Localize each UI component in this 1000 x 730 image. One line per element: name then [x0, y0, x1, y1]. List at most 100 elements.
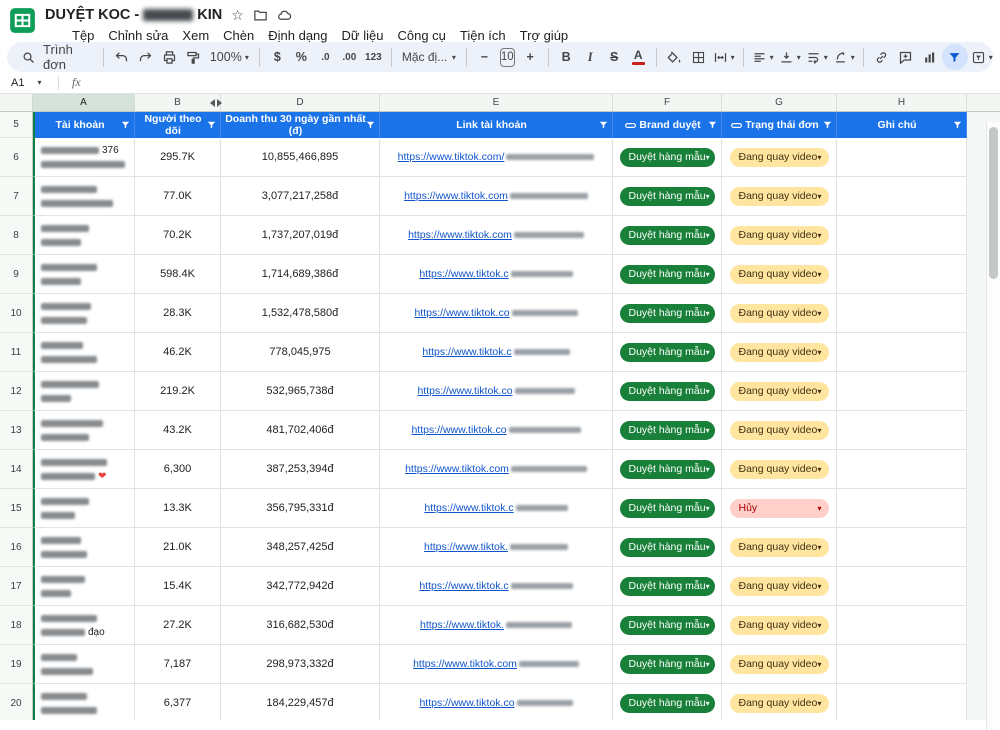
insert-link-button[interactable]	[870, 45, 893, 69]
column-header-f[interactable]: F	[613, 94, 722, 111]
print-button[interactable]	[158, 45, 181, 69]
brand-dropdown-chip[interactable]: Duyệt hàng mẫu ▾	[620, 577, 715, 596]
followers-cell[interactable]: 77.0K	[135, 177, 221, 216]
link-cell[interactable]: https://www.tiktok.co	[380, 411, 613, 450]
note-cell[interactable]	[837, 528, 967, 567]
filter-icon[interactable]	[598, 120, 609, 131]
fill-color-button[interactable]	[663, 45, 686, 69]
brand-cell[interactable]: Duyệt hàng mẫu ▾	[613, 489, 722, 528]
name-box[interactable]: A1 ▾	[0, 77, 58, 89]
link-cell[interactable]: https://www.tiktok.c	[380, 333, 613, 372]
note-cell[interactable]	[837, 177, 967, 216]
brand-dropdown-chip[interactable]: Duyệt hàng mẫu ▾	[620, 499, 715, 518]
followers-cell[interactable]: 28.3K	[135, 294, 221, 333]
decrease-font-size-button[interactable]: −	[473, 45, 496, 69]
brand-cell[interactable]: Duyệt hàng mẫu ▾	[613, 567, 722, 606]
account-link[interactable]: https://www.tiktok.	[424, 541, 568, 553]
format-percent-button[interactable]: %	[290, 45, 313, 69]
status-cell[interactable]: Đang quay video ▾	[722, 177, 837, 216]
brand-cell[interactable]: Duyệt hàng mẫu ▾	[613, 177, 722, 216]
note-cell[interactable]	[837, 333, 967, 372]
create-filter-button[interactable]	[942, 44, 968, 70]
account-cell[interactable]: ❤	[33, 450, 135, 489]
note-cell[interactable]	[837, 138, 967, 177]
note-cell[interactable]	[837, 489, 967, 528]
filter-header-e[interactable]: Link tài khoản	[380, 112, 613, 138]
brand-dropdown-chip[interactable]: Duyệt hàng mẫu ▾	[620, 382, 715, 401]
unhide-right-icon[interactable]	[217, 99, 222, 107]
row-header[interactable]: 19	[0, 645, 33, 684]
followers-cell[interactable]: 70.2K	[135, 216, 221, 255]
menus-search-button[interactable]: Trình đơn	[15, 42, 97, 72]
decrease-decimal-button[interactable]: .0	[314, 45, 337, 69]
brand-cell[interactable]: Duyệt hàng mẫu ▾	[613, 645, 722, 684]
brand-dropdown-chip[interactable]: Duyệt hàng mẫu ▾	[620, 616, 715, 635]
row-header[interactable]: 11	[0, 333, 33, 372]
status-dropdown-chip[interactable]: Hủy ▾	[730, 499, 829, 518]
account-link[interactable]: https://www.tiktok.co	[419, 697, 572, 709]
note-cell[interactable]	[837, 294, 967, 333]
status-cell[interactable]: Đang quay video ▾	[722, 684, 837, 720]
column-header-h[interactable]: H	[837, 94, 967, 111]
link-cell[interactable]: https://www.tiktok.com	[380, 216, 613, 255]
formula-input[interactable]	[81, 72, 1000, 93]
brand-cell[interactable]: Duyệt hàng mẫu ▾	[613, 684, 722, 720]
account-link[interactable]: https://www.tiktok.co	[417, 385, 574, 397]
account-link[interactable]: https://www.tiktok.com	[405, 463, 587, 475]
account-cell[interactable]	[33, 528, 135, 567]
functions-button[interactable]: Σ	[996, 45, 1000, 69]
brand-cell[interactable]: Duyệt hàng mẫu ▾	[613, 216, 722, 255]
menu-item[interactable]: Tiện ích	[453, 26, 513, 45]
menu-item[interactable]: Chèn	[216, 26, 261, 45]
status-dropdown-chip[interactable]: Đang quay video ▾	[730, 187, 829, 206]
status-cell[interactable]: Đang quay video ▾	[722, 450, 837, 489]
status-dropdown-chip[interactable]: Đang quay video ▾	[730, 421, 829, 440]
status-cell[interactable]: Đang quay video ▾	[722, 255, 837, 294]
account-link[interactable]: https://www.tiktok.com/	[398, 151, 595, 163]
row-header[interactable]: 18	[0, 606, 33, 645]
strikethrough-button[interactable]: S	[603, 45, 626, 69]
brand-dropdown-chip[interactable]: Duyệt hàng mẫu ▾	[620, 538, 715, 557]
column-header-a[interactable]: A	[33, 94, 135, 111]
account-cell[interactable]	[33, 684, 135, 720]
menu-item[interactable]: Xem	[175, 26, 216, 45]
followers-cell[interactable]: 7,187	[135, 645, 221, 684]
filter-icon[interactable]	[365, 120, 376, 131]
status-cell[interactable]: Đang quay video ▾	[722, 333, 837, 372]
menu-item[interactable]: Trợ giúp	[513, 26, 576, 45]
status-cell[interactable]: Đang quay video ▾	[722, 411, 837, 450]
more-formats-button[interactable]: 123	[362, 45, 385, 69]
brand-dropdown-chip[interactable]: Duyệt hàng mẫu ▾	[620, 226, 715, 245]
followers-cell[interactable]: 46.2K	[135, 333, 221, 372]
account-cell[interactable]	[33, 333, 135, 372]
menu-item[interactable]: Định dạng	[261, 26, 334, 45]
note-cell[interactable]	[837, 645, 967, 684]
filter-icon[interactable]	[120, 120, 131, 131]
vertical-align-button[interactable]: ▾	[777, 45, 803, 69]
note-cell[interactable]	[837, 372, 967, 411]
brand-dropdown-chip[interactable]: Duyệt hàng mẫu ▾	[620, 187, 715, 206]
filter-icon[interactable]	[707, 120, 718, 131]
row-header[interactable]: 10	[0, 294, 33, 333]
brand-cell[interactable]: Duyệt hàng mẫu ▾	[613, 372, 722, 411]
status-dropdown-chip[interactable]: Đang quay video ▾	[730, 226, 829, 245]
borders-button[interactable]	[687, 45, 710, 69]
menu-item[interactable]: Chỉnh sửa	[101, 26, 175, 45]
revenue-cell[interactable]: 356,795,331đ	[221, 489, 380, 528]
filter-header-f[interactable]: Brand duyệt	[613, 112, 722, 138]
row-header[interactable]: 12	[0, 372, 33, 411]
font-size-input[interactable]: 10	[500, 48, 515, 67]
filter-icon[interactable]	[206, 120, 217, 131]
row-header[interactable]: 7	[0, 177, 33, 216]
menu-item[interactable]: Dữ liệu	[335, 26, 391, 45]
note-cell[interactable]	[837, 606, 967, 645]
followers-cell[interactable]: 6,300	[135, 450, 221, 489]
revenue-cell[interactable]: 532,965,738đ	[221, 372, 380, 411]
column-header-g[interactable]: G	[722, 94, 837, 111]
status-dropdown-chip[interactable]: Đang quay video ▾	[730, 304, 829, 323]
bold-button[interactable]: B	[555, 45, 578, 69]
filter-header-d[interactable]: Doanh thu 30 ngày gần nhất (đ)	[221, 112, 380, 138]
revenue-cell[interactable]: 342,772,942đ	[221, 567, 380, 606]
account-cell[interactable]	[33, 567, 135, 606]
row-header[interactable]: 17	[0, 567, 33, 606]
